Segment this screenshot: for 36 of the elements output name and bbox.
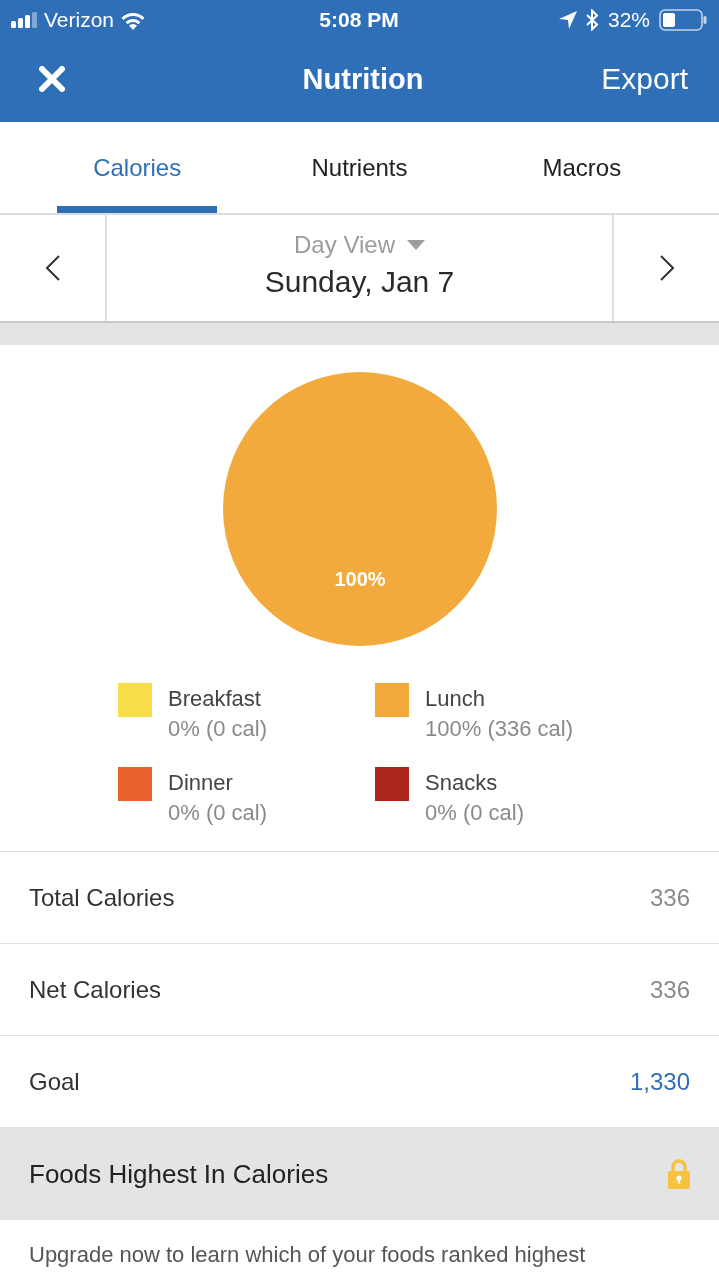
export-button[interactable]: Export (601, 62, 688, 96)
row-label: Goal (29, 1067, 80, 1096)
signal-icon (11, 12, 37, 28)
legend-label: Dinner (168, 770, 234, 796)
tab[interactable]: Macros (501, 122, 662, 213)
wifi-icon (121, 10, 146, 30)
status-time: 5:08 PM (319, 8, 399, 32)
row-value: 336 (649, 975, 690, 1004)
legend-label: Breakfast (168, 686, 262, 712)
legend-label: Snacks (425, 770, 499, 796)
screen-title: Nutrition (302, 62, 424, 96)
row-value: 336 (649, 883, 690, 912)
close-button[interactable] (38, 65, 66, 93)
row-label: Net Calories (29, 975, 162, 1004)
caret-down-icon (406, 240, 425, 250)
upgrade-message: Upgrade now to learn which of your foods ranked highest (28, 1241, 587, 1269)
bluetooth-icon (585, 9, 599, 31)
view-dropdown[interactable]: Day View (294, 231, 425, 259)
legend-detail: 0% (0 cal) (425, 800, 525, 826)
carrier-name: Verizon (44, 8, 115, 32)
battery-percent: 32% (607, 8, 650, 32)
slice-value-label: 100% (333, 567, 386, 590)
legend-detail: 0% (0 cal) (168, 800, 268, 826)
row-value[interactable]: 1,330 (629, 1067, 690, 1096)
legend-detail: 100% (336 cal) (425, 716, 573, 742)
close-icon (39, 66, 65, 92)
date-label: Sunday, Jan 7 (264, 265, 455, 299)
battery-icon (659, 9, 707, 31)
tab[interactable]: Nutrients (279, 122, 440, 213)
section-title: Foods Highest In Calories (29, 1158, 329, 1190)
location-arrow-icon (558, 11, 577, 29)
chevron-right-icon (659, 255, 674, 281)
chevron-left-icon (45, 255, 60, 281)
legend-detail: 0% (0 cal) (168, 716, 268, 742)
legend-label: Lunch (425, 686, 486, 712)
row-label: Total Calories (29, 883, 175, 912)
